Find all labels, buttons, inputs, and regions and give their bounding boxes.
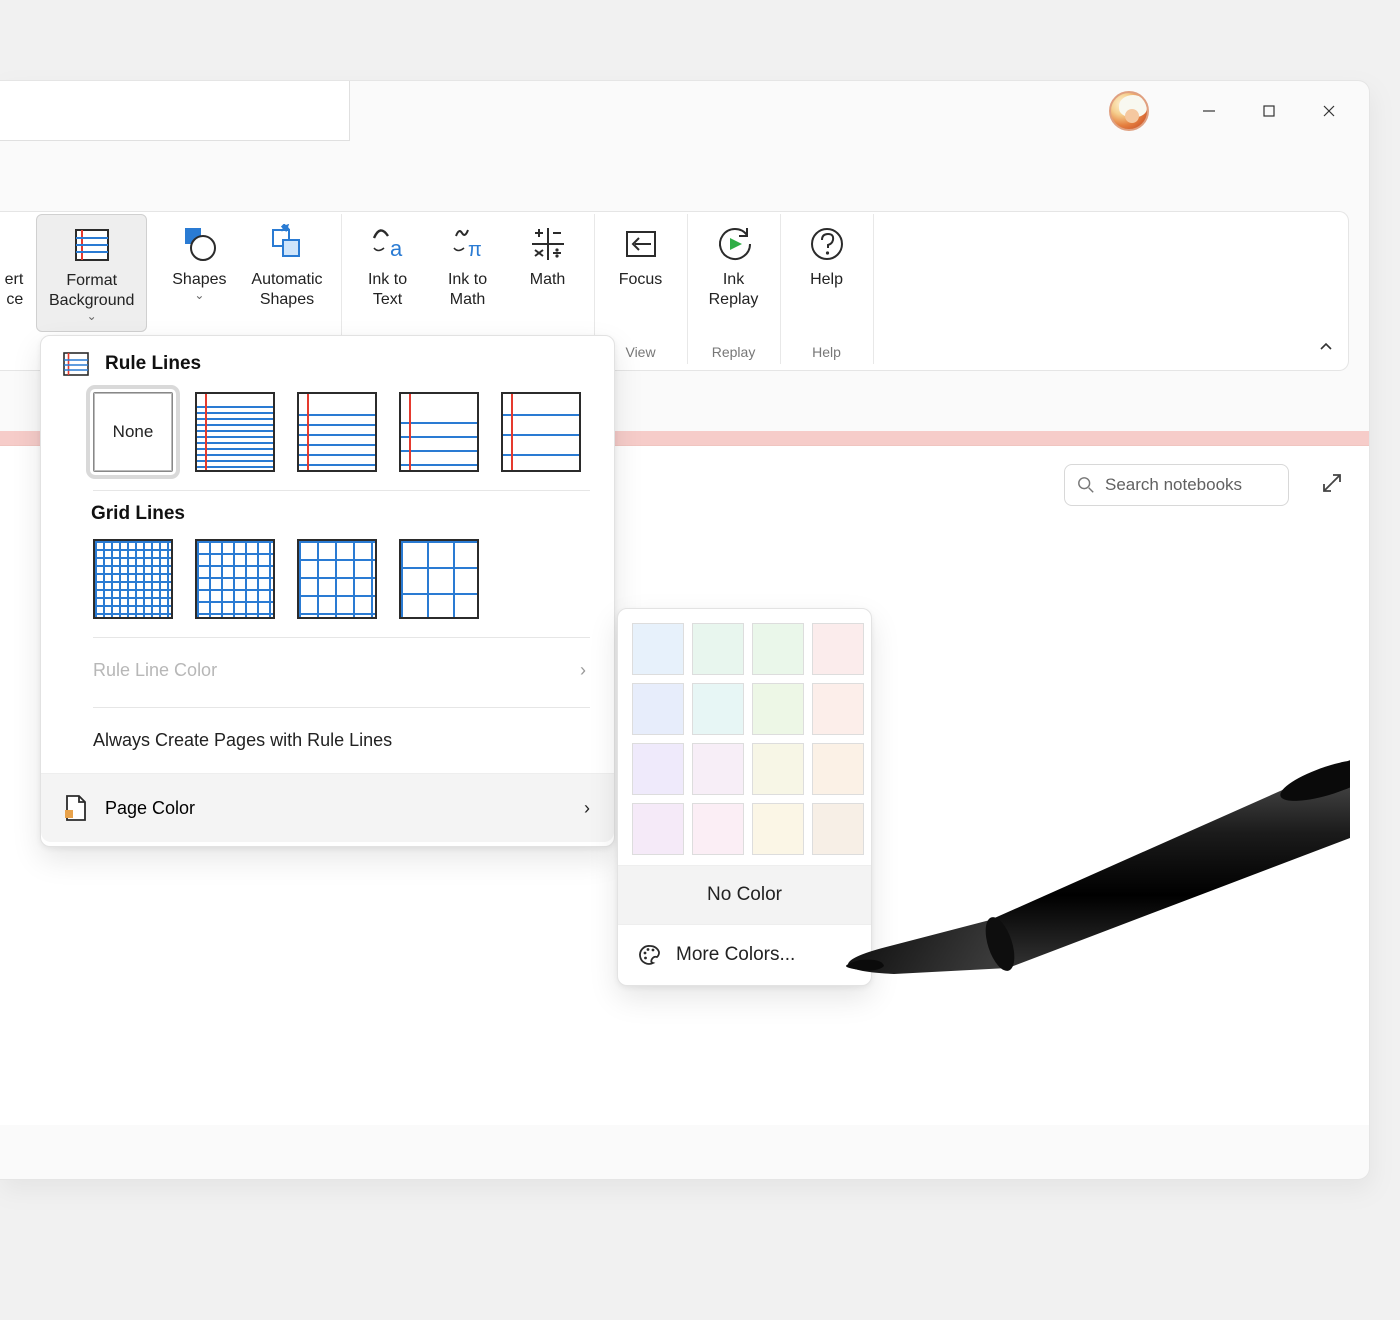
color-swatch-7[interactable] — [812, 683, 864, 735]
expand-icon — [1321, 472, 1343, 494]
color-swatch-12[interactable] — [632, 803, 684, 855]
ribbon-partial-button[interactable]: ert ce — [0, 214, 36, 332]
color-swatch-8[interactable] — [632, 743, 684, 795]
title-field[interactable] — [0, 81, 350, 141]
ink-to-math-icon: π — [448, 224, 488, 264]
no-color-label: No Color — [707, 884, 782, 906]
rule-lines-heading: Rule Lines — [105, 353, 201, 375]
ribbon-partial-label: ert ce — [5, 270, 24, 310]
ink-to-text-label: Ink to Text — [368, 270, 407, 310]
shapes-icon — [179, 224, 219, 264]
color-swatch-3[interactable] — [812, 623, 864, 675]
avatar[interactable] — [1109, 91, 1149, 131]
grid-lines-options — [41, 533, 614, 633]
focus-label: Focus — [619, 270, 663, 290]
shapes-label: Shapes — [172, 270, 226, 290]
rule-standard-option[interactable] — [399, 392, 479, 472]
color-swatch-10[interactable] — [752, 743, 804, 795]
ink-replay-button[interactable]: Ink Replay — [694, 214, 774, 332]
page-color-label: Page Color — [105, 798, 195, 819]
grid-large-option[interactable] — [297, 539, 377, 619]
color-swatch-5[interactable] — [692, 683, 744, 735]
shapes-button[interactable]: Shapes ⌄ — [159, 214, 239, 332]
chevron-down-icon: ⌄ — [194, 288, 204, 302]
more-colors-item[interactable]: More Colors... — [618, 924, 871, 985]
color-swatch-13[interactable] — [692, 803, 744, 855]
grid-small-option[interactable] — [93, 539, 173, 619]
svg-text:π: π — [468, 239, 482, 261]
color-swatch-1[interactable] — [692, 623, 744, 675]
rule-college-option[interactable] — [297, 392, 377, 472]
search-icon — [1077, 476, 1095, 494]
ink-to-text-button[interactable]: a Ink to Text — [348, 214, 428, 332]
always-rule-item[interactable]: Always Create Pages with Rule Lines — [41, 708, 614, 773]
minimize-button[interactable] — [1179, 91, 1239, 131]
automatic-shapes-button[interactable]: Automatic Shapes — [239, 214, 334, 332]
rule-narrow-option[interactable] — [195, 392, 275, 472]
page-color-icon — [63, 794, 89, 822]
focus-button[interactable]: Focus — [601, 214, 681, 332]
help-button[interactable]: Help — [787, 214, 867, 332]
automatic-shapes-label: Automatic Shapes — [251, 270, 322, 310]
close-button[interactable] — [1299, 91, 1359, 131]
math-button[interactable]: Math — [508, 214, 588, 332]
chevron-down-icon: ⌄ — [87, 309, 97, 323]
color-swatch-2[interactable] — [752, 623, 804, 675]
automatic-shapes-icon — [267, 224, 307, 264]
format-background-label: Format Background — [49, 271, 134, 311]
grid-medium-option[interactable] — [195, 539, 275, 619]
palette-icon — [638, 943, 662, 967]
maximize-icon — [1262, 104, 1276, 118]
color-swatch-15[interactable] — [812, 803, 864, 855]
grid-xlarge-option[interactable] — [399, 539, 479, 619]
ribbon-collapse-button[interactable] — [1318, 339, 1334, 360]
format-background-menu: Rule Lines None Grid Lines Rule Line Col… — [40, 335, 615, 847]
page-color-menu: No Color More Colors... — [617, 608, 872, 986]
help-label: Help — [810, 270, 843, 290]
rule-none-label: None — [113, 422, 154, 442]
ink-to-math-label: Ink to Math — [448, 270, 487, 310]
ink-to-text-icon: a — [368, 224, 408, 264]
color-swatch-4[interactable] — [632, 683, 684, 735]
rule-lines-options: None — [41, 386, 614, 486]
grid-lines-heading: Grid Lines — [41, 491, 614, 533]
format-background-button[interactable]: Format Background ⌄ — [36, 214, 147, 332]
ink-to-math-button[interactable]: π Ink to Math — [428, 214, 508, 332]
more-colors-label: More Colors... — [676, 944, 795, 966]
no-color-item[interactable]: No Color — [618, 865, 871, 924]
minimize-icon — [1202, 104, 1216, 118]
color-swatch-6[interactable] — [752, 683, 804, 735]
maximize-button[interactable] — [1239, 91, 1299, 131]
ink-replay-label: Ink Replay — [709, 270, 759, 310]
rule-line-color-label: Rule Line Color — [93, 660, 217, 681]
page-color-item[interactable]: Page Color › — [41, 773, 614, 842]
rule-none-option[interactable]: None — [93, 392, 173, 472]
ink-replay-icon — [714, 224, 754, 264]
always-rule-label: Always Create Pages with Rule Lines — [93, 730, 392, 751]
math-icon — [528, 224, 568, 264]
color-swatch-11[interactable] — [812, 743, 864, 795]
rule-wide-option[interactable] — [501, 392, 581, 472]
format-background-icon — [72, 225, 112, 265]
chevron-right-icon: › — [580, 660, 586, 681]
focus-icon — [621, 224, 661, 264]
svg-text:a: a — [390, 236, 403, 261]
group-label-replay: Replay — [688, 344, 780, 360]
group-label-help: Help — [781, 344, 873, 360]
chevron-up-icon — [1318, 339, 1334, 355]
color-swatch-14[interactable] — [752, 803, 804, 855]
help-icon — [807, 224, 847, 264]
rule-lines-icon — [63, 352, 89, 376]
search-placeholder: Search notebooks — [1105, 475, 1242, 495]
rule-line-color-item: Rule Line Color › — [41, 638, 614, 703]
math-label: Math — [530, 270, 566, 290]
search-input[interactable]: Search notebooks — [1064, 464, 1289, 506]
chevron-right-icon: › — [584, 798, 590, 819]
expand-button[interactable] — [1317, 468, 1347, 498]
color-swatch-9[interactable] — [692, 743, 744, 795]
color-swatch-grid — [618, 609, 871, 865]
color-swatch-0[interactable] — [632, 623, 684, 675]
close-icon — [1322, 104, 1336, 118]
